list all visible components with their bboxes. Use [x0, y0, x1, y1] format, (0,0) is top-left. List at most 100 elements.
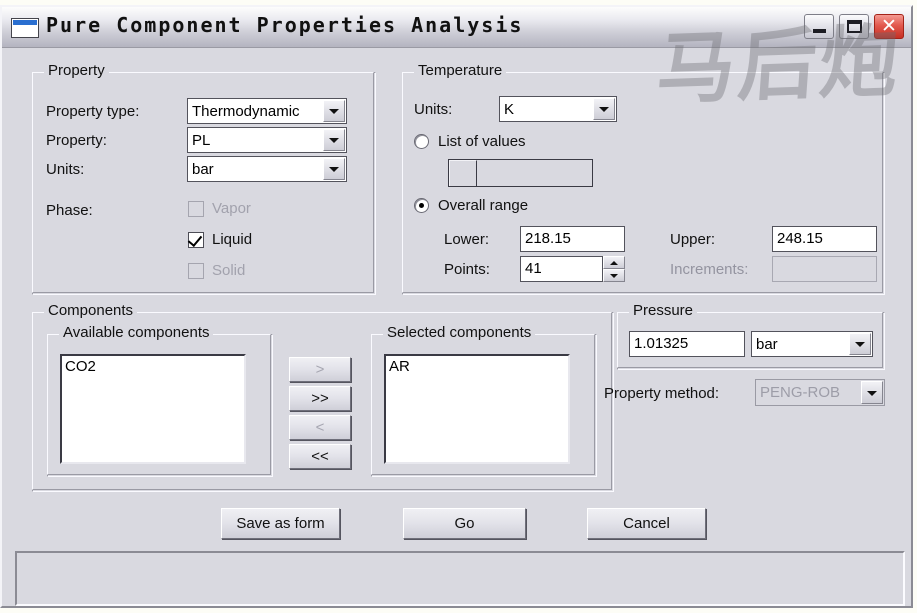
- lower-input[interactable]: 218.15: [520, 226, 625, 252]
- available-components-label: Available components: [59, 324, 214, 341]
- chevron-down-icon[interactable]: [323, 129, 345, 151]
- status-pane: [15, 551, 905, 606]
- save-as-form-button[interactable]: Save as form: [221, 508, 340, 539]
- radio-circle: [414, 134, 429, 149]
- app-root: Pure Component Properties Analysis ✕ 马后炮…: [0, 0, 917, 613]
- temperature-units-combo[interactable]: K: [499, 96, 617, 122]
- minimize-button[interactable]: [804, 14, 834, 39]
- grid-row-header[interactable]: [449, 160, 477, 186]
- radio-circle: [414, 198, 429, 213]
- chevron-down-icon[interactable]: [323, 100, 345, 122]
- chevron-down-icon[interactable]: [323, 158, 345, 180]
- property-group: Property Property type: Thermodynamic Pr…: [32, 62, 376, 295]
- property-value: PL: [192, 131, 211, 149]
- available-components-group: Available components CO2: [47, 324, 273, 477]
- close-button[interactable]: ✕: [874, 14, 904, 39]
- radio-dot: [419, 203, 424, 208]
- phase-vapor-label: Vapor: [212, 200, 251, 217]
- phase-solid-label: Solid: [212, 262, 246, 279]
- save-as-form-label: Save as form: [236, 515, 325, 532]
- move-left-label: <: [315, 419, 325, 436]
- selected-components-group: Selected components AR: [371, 324, 597, 477]
- list-of-values-label: List of values: [438, 133, 526, 150]
- pressure-group-label: Pressure: [629, 302, 698, 319]
- pressure-units-value: bar: [756, 335, 778, 353]
- overall-range-label: Overall range: [438, 197, 529, 214]
- property-method-combo: PENG-ROB: [755, 379, 885, 406]
- radio-overall-range[interactable]: Overall range: [414, 197, 528, 214]
- property-label: Property:: [46, 132, 107, 149]
- grid-cell[interactable]: [477, 160, 592, 186]
- chevron-down-icon: [861, 381, 883, 404]
- go-label: Go: [454, 515, 475, 532]
- property-method-value: PENG-ROB: [760, 384, 841, 401]
- lower-label: Lower:: [444, 231, 490, 248]
- minimize-icon: [813, 29, 826, 33]
- pressure-input[interactable]: 1.01325: [629, 331, 745, 357]
- spinner-down-icon[interactable]: [603, 269, 625, 282]
- points-spinner[interactable]: [603, 256, 625, 282]
- chevron-down-icon[interactable]: [849, 333, 871, 355]
- property-type-value: Thermodynamic: [192, 102, 300, 120]
- property-units-label: Units:: [46, 161, 85, 178]
- selected-components-label: Selected components: [383, 324, 536, 341]
- title-bar[interactable]: Pure Component Properties Analysis ✕: [2, 7, 911, 48]
- temperature-units-value: K: [504, 100, 515, 118]
- phase-checkbox-liquid[interactable]: Liquid: [187, 231, 253, 248]
- property-type-combo[interactable]: Thermodynamic: [187, 98, 347, 124]
- go-button[interactable]: Go: [403, 508, 526, 539]
- move-all-right-label: >>: [311, 390, 329, 407]
- list-item[interactable]: AR: [389, 358, 568, 375]
- property-group-label: Property: [44, 62, 109, 79]
- spinner-up-icon[interactable]: [603, 256, 625, 269]
- window-icon: [11, 18, 39, 38]
- temperature-group: Temperature Units: K List of values Over: [402, 62, 885, 295]
- maximize-button[interactable]: [839, 14, 869, 39]
- upper-input[interactable]: 248.15: [772, 226, 877, 252]
- property-type-label: Property type:: [46, 103, 140, 120]
- property-combo[interactable]: PL: [187, 127, 347, 153]
- checkbox-box: [188, 200, 204, 217]
- checkbox-box: [188, 262, 204, 279]
- window-title: Pure Component Properties Analysis: [46, 13, 524, 37]
- points-label: Points:: [444, 261, 490, 278]
- move-all-left-button[interactable]: <<: [289, 444, 351, 469]
- list-item[interactable]: CO2: [65, 358, 244, 375]
- temperature-units-label: Units:: [414, 101, 453, 118]
- components-group: Components Available components CO2 > >>: [32, 302, 614, 492]
- radio-list-of-values[interactable]: List of values: [414, 133, 526, 150]
- check-icon: [187, 231, 203, 247]
- points-input[interactable]: 41: [520, 256, 603, 282]
- move-left-button[interactable]: <: [289, 415, 351, 440]
- move-all-left-label: <<: [311, 448, 329, 465]
- window-controls: ✕: [804, 14, 904, 39]
- phase-checkbox-solid[interactable]: Solid: [188, 262, 245, 279]
- move-right-button[interactable]: >: [289, 357, 351, 382]
- phase-checkbox-vapor[interactable]: Vapor: [188, 200, 251, 217]
- upper-label: Upper:: [670, 231, 716, 248]
- maximize-icon: [847, 20, 862, 33]
- pressure-group: Pressure 1.01325 bar: [617, 302, 885, 370]
- close-icon: ✕: [881, 15, 897, 37]
- phase-liquid-label: Liquid: [212, 231, 253, 248]
- components-group-label: Components: [44, 302, 138, 319]
- pressure-units-combo[interactable]: bar: [751, 331, 873, 357]
- client-area: Property Property type: Thermodynamic Pr…: [4, 48, 909, 606]
- property-units-combo[interactable]: bar: [187, 156, 347, 182]
- available-components-list[interactable]: CO2: [60, 354, 246, 464]
- phase-label: Phase:: [46, 202, 93, 219]
- move-all-right-button[interactable]: >>: [289, 386, 351, 411]
- property-method-label: Property method:: [604, 385, 720, 402]
- chevron-down-icon[interactable]: [593, 98, 615, 120]
- list-of-values-grid[interactable]: [448, 159, 593, 187]
- cancel-button[interactable]: Cancel: [587, 508, 706, 539]
- move-right-label: >: [315, 361, 325, 378]
- main-window: Pure Component Properties Analysis ✕ 马后炮…: [0, 5, 913, 608]
- increments-input: [772, 256, 877, 282]
- selected-components-list[interactable]: AR: [384, 354, 570, 464]
- temperature-group-label: Temperature: [414, 62, 507, 79]
- cancel-label: Cancel: [623, 515, 670, 532]
- increments-label: Increments:: [670, 261, 749, 278]
- checkbox-box: [187, 231, 204, 248]
- property-units-value: bar: [192, 160, 214, 178]
